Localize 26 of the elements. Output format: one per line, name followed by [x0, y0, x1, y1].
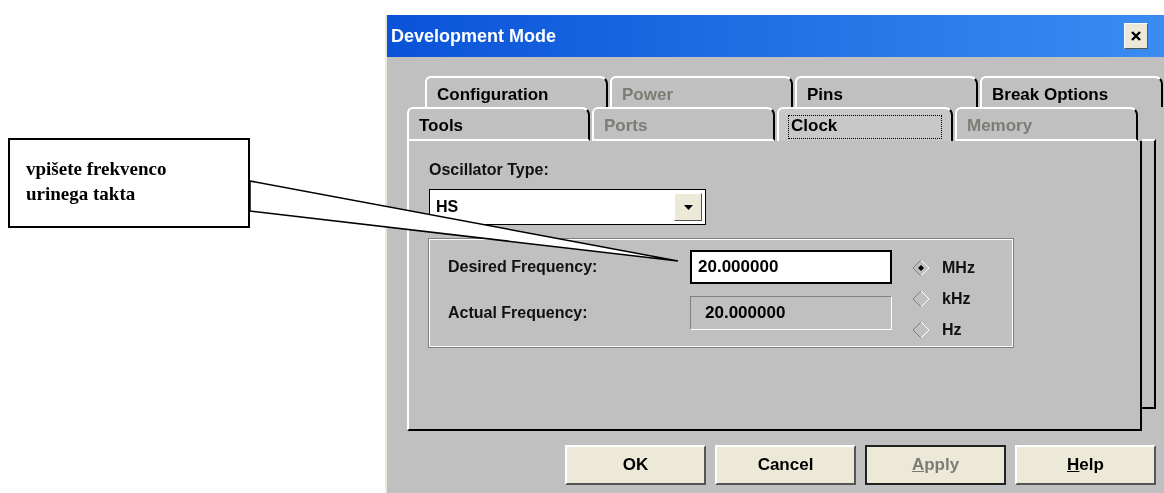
input-field[interactable]: 20.000000 [690, 250, 892, 284]
radio-label: kHz [942, 290, 971, 308]
tab[interactable]: Configuration [425, 76, 608, 107]
field-label: Desired Frequency: [448, 258, 599, 276]
radio-button[interactable] [912, 290, 930, 308]
close-button[interactable] [1124, 23, 1148, 49]
radio-button[interactable] [912, 258, 930, 277]
close-icon [1131, 31, 1141, 41]
dialog-button[interactable]: Help [1015, 445, 1156, 485]
radio-label: Hz [942, 321, 962, 340]
callout-note: vpišete frekvenco urinega takta [8, 138, 250, 228]
tab[interactable]: Tools [407, 107, 590, 141]
readonly-field[interactable]: 20.000000 [690, 296, 892, 330]
window-title: Development Mode [391, 25, 557, 47]
radio-button[interactable] [912, 321, 930, 340]
caret-icon [683, 204, 693, 210]
dropdown-button[interactable] [674, 193, 702, 221]
field-label: Oscillator Type: [429, 161, 550, 179]
dialog-button[interactable]: Cancel [715, 445, 856, 485]
dialog-button[interactable]: OK [565, 445, 706, 485]
tab[interactable]: Clock [777, 107, 953, 141]
radio-label: MHz [942, 258, 975, 277]
tab[interactable]: Break Options [980, 76, 1163, 107]
tab[interactable]: Pins [795, 76, 978, 107]
field-label: Actual Frequency: [448, 304, 589, 322]
oscillator-dropdown[interactable]: HS [429, 189, 706, 225]
